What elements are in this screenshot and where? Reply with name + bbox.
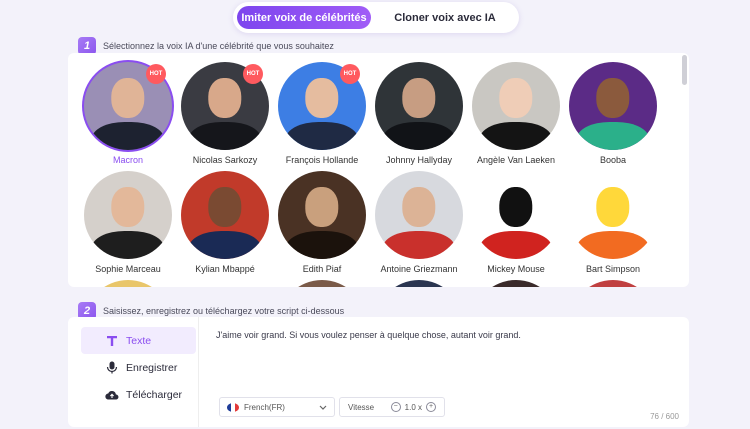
text-icon [105, 335, 119, 347]
celebrity-avatar-partial[interactable] [569, 280, 657, 287]
celebrity-name: Macron [112, 155, 143, 165]
tab-upload[interactable]: Télécharger [81, 381, 196, 408]
hot-badge: HOT [243, 64, 263, 84]
speed-increase-button[interactable]: + [426, 402, 436, 412]
france-flag-icon [227, 402, 239, 412]
avatar-face [305, 77, 339, 119]
celebrity-card[interactable]: HOT Nicolas Sarkozy [175, 62, 275, 165]
tab-upload-label: Télécharger [126, 388, 183, 401]
avatar-face [499, 186, 533, 228]
avatar-body [576, 230, 650, 259]
language-select[interactable]: French(FR) [219, 397, 335, 417]
hot-badge: HOT [340, 64, 360, 84]
celebrity-avatar[interactable] [472, 171, 560, 259]
avatar-body [479, 121, 553, 150]
language-value: French(FR) [244, 402, 285, 412]
tab-record[interactable]: Enregistrer [81, 354, 196, 381]
celebrity-avatar[interactable] [375, 62, 463, 150]
avatar-face [208, 77, 242, 119]
celebrity-card[interactable]: Mickey Mouse [466, 171, 566, 274]
microphone-icon [105, 361, 119, 374]
celebrity-name: Booba [599, 155, 627, 165]
celebrity-card[interactable]: Angèle Van Laeken [466, 62, 566, 165]
celebrity-avatar-partial[interactable] [472, 280, 560, 287]
celebrity-name: Sophie Marceau [95, 264, 161, 274]
celebrity-name: Angèle Van Laeken [477, 155, 555, 165]
chevron-down-icon [319, 403, 327, 412]
celebrity-name: Antoine Griezmann [380, 264, 458, 274]
celebrity-grid[interactable]: HOT Macron HOT Nicolas Sarkozy HOT François H… [68, 53, 689, 287]
speed-decrease-button[interactable]: − [390, 402, 401, 412]
celebrity-name: Kylian Mbappé [195, 264, 255, 274]
step1-instruction: Sélectionnez la voix IA d'une célébrité … [103, 41, 334, 51]
avatar-body [382, 121, 456, 150]
avatar-body [285, 121, 359, 150]
grid-scrollbar[interactable] [682, 55, 687, 85]
avatar-body [479, 230, 553, 259]
avatar-body [91, 230, 165, 259]
avatar-body [576, 121, 650, 150]
celebrity-avatar-partial[interactable] [181, 280, 269, 287]
avatar-face [499, 77, 533, 119]
script-panel: Texte Enregistrer Télécharger J'aime voi… [68, 317, 689, 427]
avatar-body [382, 230, 456, 259]
input-method-tabs: Texte Enregistrer Télécharger [81, 327, 196, 408]
speed-control: Vitesse − 1.0 x + [339, 397, 445, 417]
avatar-body [285, 230, 359, 259]
celebrity-avatar[interactable] [569, 62, 657, 150]
celebrity-name: Nicolas Sarkozy [192, 155, 258, 165]
avatar-body [91, 121, 165, 150]
avatar-face [596, 77, 630, 119]
celebrity-avatar[interactable] [569, 171, 657, 259]
avatar-face [402, 77, 436, 119]
celebrity-card[interactable]: HOT Macron [78, 62, 178, 165]
clone-voice-tab[interactable]: Cloner voix avec IA [375, 6, 515, 29]
celebrity-card[interactable]: Bart Simpson [563, 171, 663, 274]
tab-text-label: Texte [126, 334, 152, 347]
celebrity-name: Johnny Hallyday [385, 155, 453, 165]
celebrity-avatar-partial[interactable] [84, 280, 172, 287]
avatar-body [188, 230, 262, 259]
imitate-celebrity-tab[interactable]: Imiter voix de célébrités [237, 6, 371, 29]
hot-badge: HOT [146, 64, 166, 84]
avatar-face [111, 77, 145, 119]
celebrity-avatar-partial[interactable] [375, 280, 463, 287]
mode-switch: Imiter voix de célébrités Cloner voix av… [233, 2, 519, 33]
avatar-body [188, 121, 262, 150]
celebrity-avatar[interactable] [278, 171, 366, 259]
celebrity-name: Edith Piaf [302, 264, 342, 274]
celebrity-avatar[interactable] [181, 171, 269, 259]
celebrity-avatar-partial[interactable] [278, 280, 366, 287]
celebrity-card[interactable]: Booba [563, 62, 663, 165]
speed-label: Vitesse [348, 402, 375, 412]
speed-value: 1.0 x [404, 402, 422, 412]
step2-instruction: Saisissez, enregistrez ou téléchargez vo… [103, 306, 345, 316]
avatar-face [402, 186, 436, 228]
celebrity-avatar[interactable] [472, 62, 560, 150]
celebrity-card[interactable]: Johnny Hallyday [369, 62, 469, 165]
tab-text[interactable]: Texte [81, 327, 196, 354]
celebrity-name: Mickey Mouse [487, 264, 545, 274]
celebrity-card[interactable]: Antoine Griezmann [369, 171, 469, 274]
celebrity-avatar[interactable] [375, 171, 463, 259]
avatar-face [111, 186, 145, 228]
character-counter: 76 / 600 [650, 412, 679, 421]
script-text[interactable]: J'aime voir grand. Si vous voulez penser… [216, 330, 521, 340]
celebrity-card[interactable]: Kylian Mbappé [175, 171, 275, 274]
celebrity-card[interactable]: Sophie Marceau [78, 171, 178, 274]
celebrity-avatar[interactable] [84, 171, 172, 259]
avatar-face [305, 186, 339, 228]
tab-record-label: Enregistrer [126, 361, 178, 374]
celebrity-name: Bart Simpson [585, 264, 641, 274]
cloud-upload-icon [105, 389, 119, 400]
script-editor[interactable]: J'aime voir grand. Si vous voulez penser… [198, 317, 689, 427]
celebrity-card[interactable]: Edith Piaf [272, 171, 372, 274]
celebrity-name: François Hollande [285, 155, 359, 165]
avatar-face [596, 186, 630, 228]
avatar-face [208, 186, 242, 228]
celebrity-card[interactable]: HOT François Hollande [272, 62, 372, 165]
